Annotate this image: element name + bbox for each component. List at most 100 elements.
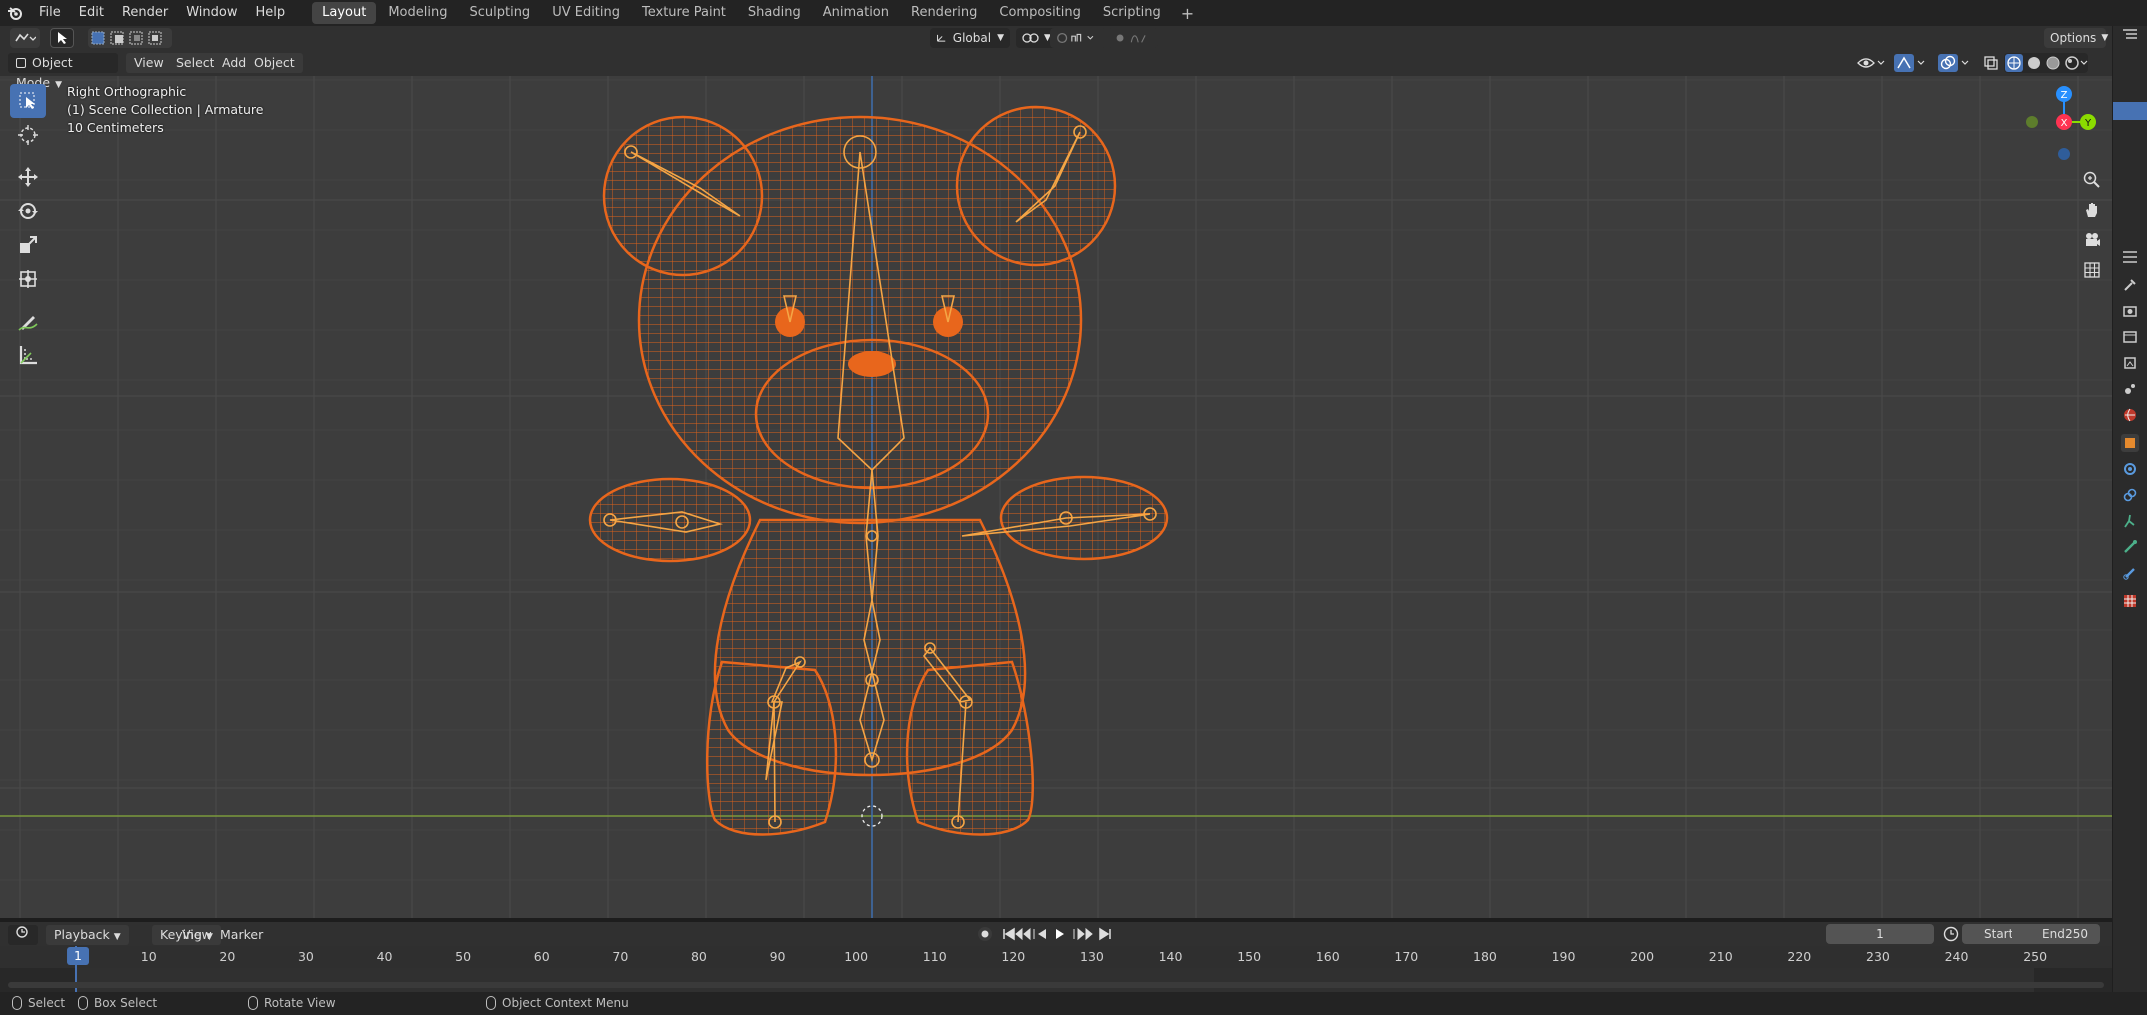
gizmo-neg-y-axis[interactable] [2026, 116, 2038, 128]
playback-controls[interactable] [1000, 925, 1120, 943]
tool-settings-header: Global ▼ ▼ Options ▼ [0, 26, 2125, 50]
snap-controls[interactable] [1050, 28, 1106, 48]
timeline-frame-label: 130 [1080, 949, 1104, 964]
end-label: End [2042, 927, 2065, 941]
constraint-properties-icon[interactable] [2121, 512, 2139, 530]
camera-view-icon[interactable] [2078, 226, 2106, 254]
scale-tool-icon[interactable] [10, 228, 46, 262]
editor-type-button[interactable] [10, 28, 40, 48]
timeline-editor-type-icon[interactable] [8, 925, 38, 945]
playback-label: Playback [54, 927, 110, 942]
timeline-menu-marker[interactable]: Marker [212, 925, 271, 945]
viewport-header: Object Mode ▼ View Select Add Object [0, 50, 2112, 90]
end-frame-field[interactable]: End 250 [2012, 924, 2100, 944]
add-workspace-button[interactable]: + [1173, 4, 1202, 23]
armature-data-icon[interactable] [2121, 538, 2139, 556]
pan-hand-icon[interactable] [2078, 196, 2106, 224]
options-dropdown[interactable]: Options ▼ [2044, 28, 2108, 48]
properties-editor-icon[interactable] [2121, 248, 2139, 266]
object-properties-icon[interactable] [2121, 434, 2139, 452]
measure-tool-icon[interactable] [10, 338, 46, 372]
timeline-frame-label: 220 [1787, 949, 1812, 964]
mode-dropdown[interactable]: Object Mode ▼ [8, 53, 118, 90]
shading-mode-buttons[interactable] [2004, 53, 2088, 73]
bone-properties-icon[interactable] [2121, 564, 2139, 582]
nose [848, 351, 896, 377]
select-tool-icon[interactable] [50, 28, 74, 48]
menu-edit[interactable]: Edit [70, 0, 113, 26]
overlays-toggle-icon[interactable] [1938, 54, 1972, 72]
blender-logo-icon[interactable] [0, 0, 30, 26]
timeline-frame-label: 140 [1158, 949, 1183, 964]
status-box-select-label: Box Select [94, 996, 158, 1010]
workspace-tab-layout[interactable]: Layout [312, 2, 377, 24]
workspace-tab-compositing[interactable]: Compositing [989, 2, 1091, 24]
xray-toggle-icon[interactable] [1982, 54, 2000, 72]
world-properties-icon[interactable] [2121, 406, 2139, 424]
zoom-icon[interactable] [2078, 166, 2106, 194]
teddy-bear-wireframe-model[interactable] [560, 90, 1180, 890]
render-properties-icon[interactable] [2121, 302, 2139, 320]
timeline-frame-label: 110 [922, 949, 947, 964]
status-rotate-view-label: Rotate View [264, 996, 336, 1010]
workspace-tab-modeling[interactable]: Modeling [378, 2, 457, 24]
move-tool-icon[interactable] [10, 160, 46, 194]
chevron-down-icon: ▼ [113, 932, 121, 942]
workspace-tab-scripting[interactable]: Scripting [1093, 2, 1171, 24]
scene-properties-icon[interactable] [2121, 380, 2139, 398]
texture-properties-icon[interactable] [2121, 592, 2139, 610]
menu-window[interactable]: Window [177, 0, 246, 26]
workspace-tab-animation[interactable]: Animation [813, 2, 899, 24]
physics-properties-icon[interactable] [2121, 486, 2139, 504]
outliner-selected-row[interactable] [2113, 102, 2147, 120]
start-label: Start [1984, 927, 2014, 941]
timeline-frame-label: 70 [612, 949, 629, 964]
workspace-tab-texture-paint[interactable]: Texture Paint [632, 2, 736, 24]
outliner-icon[interactable] [2121, 26, 2139, 44]
timeline-menu-playback[interactable]: Playback ▼ [46, 925, 129, 945]
timeline-frame-label: 200 [1630, 949, 1655, 964]
rotate-tool-icon[interactable] [10, 194, 46, 228]
modifier-properties-icon[interactable] [2121, 460, 2139, 478]
timeline-editor[interactable]: 10 20 30 40 50 60 70 80 90 100 110 120 130 140 150 160 1… [0, 946, 2112, 992]
timeline-frame-label: 210 [1708, 949, 1733, 964]
right-arm [999, 475, 1169, 561]
preview-range-clock-icon[interactable] [1942, 925, 1960, 943]
gizmo-neg-z-axis[interactable] [2058, 148, 2070, 160]
timeline-frame-label: 120 [1001, 949, 1026, 964]
select-box-tool-icon[interactable] [10, 84, 46, 118]
status-select: Select [12, 996, 65, 1010]
output-properties-icon[interactable] [2121, 328, 2139, 346]
gizmo-toggle-icon[interactable] [1894, 54, 1928, 72]
annotate-tool-icon[interactable] [10, 304, 46, 338]
workspace-tab-uv-editing[interactable]: UV Editing [542, 2, 630, 24]
3d-viewport[interactable]: Object Mode ▼ View Select Add Object Rig… [0, 50, 2112, 918]
gizmo-y-label: Y [2084, 118, 2092, 129]
current-frame-field[interactable]: 1 [1826, 924, 1934, 944]
perspective-grid-icon[interactable] [2078, 256, 2106, 284]
view-layer-properties-icon[interactable] [2121, 354, 2139, 372]
selection-mode-buttons[interactable] [88, 28, 172, 48]
workspace-tab-rendering[interactable]: Rendering [901, 2, 987, 24]
timeline-frame-label: 100 [844, 949, 869, 964]
timeline-current-frame-marker[interactable]: 1 [67, 947, 89, 965]
workspace-tab-shading[interactable]: Shading [738, 2, 811, 24]
cursor-tool-icon[interactable] [10, 118, 46, 152]
menu-help[interactable]: Help [247, 0, 295, 26]
transform-orientation-dropdown[interactable]: Global ▼ [930, 28, 1010, 48]
menu-file[interactable]: File [30, 0, 70, 26]
timeline-frame-label: 10 [140, 949, 157, 964]
transform-tool-icon[interactable] [10, 262, 46, 296]
view-name-label: Right Orthographic [67, 84, 187, 99]
viewport-menu-object[interactable]: Object [246, 53, 303, 73]
tool-properties-icon[interactable] [2121, 276, 2139, 294]
menu-render[interactable]: Render [113, 0, 177, 26]
mouse-left-icon [12, 996, 22, 1010]
timeline-frame-label: 90 [769, 949, 786, 964]
workspace-tab-sculpting[interactable]: Sculpting [459, 2, 540, 24]
viewport-menu-view[interactable]: View [126, 53, 172, 73]
auto-keying-record-icon[interactable] [976, 925, 994, 943]
current-frame-value: 1 [1876, 927, 1884, 941]
proportional-editing-controls[interactable] [1108, 28, 1158, 48]
visibility-eye-icon[interactable] [1856, 54, 1886, 72]
